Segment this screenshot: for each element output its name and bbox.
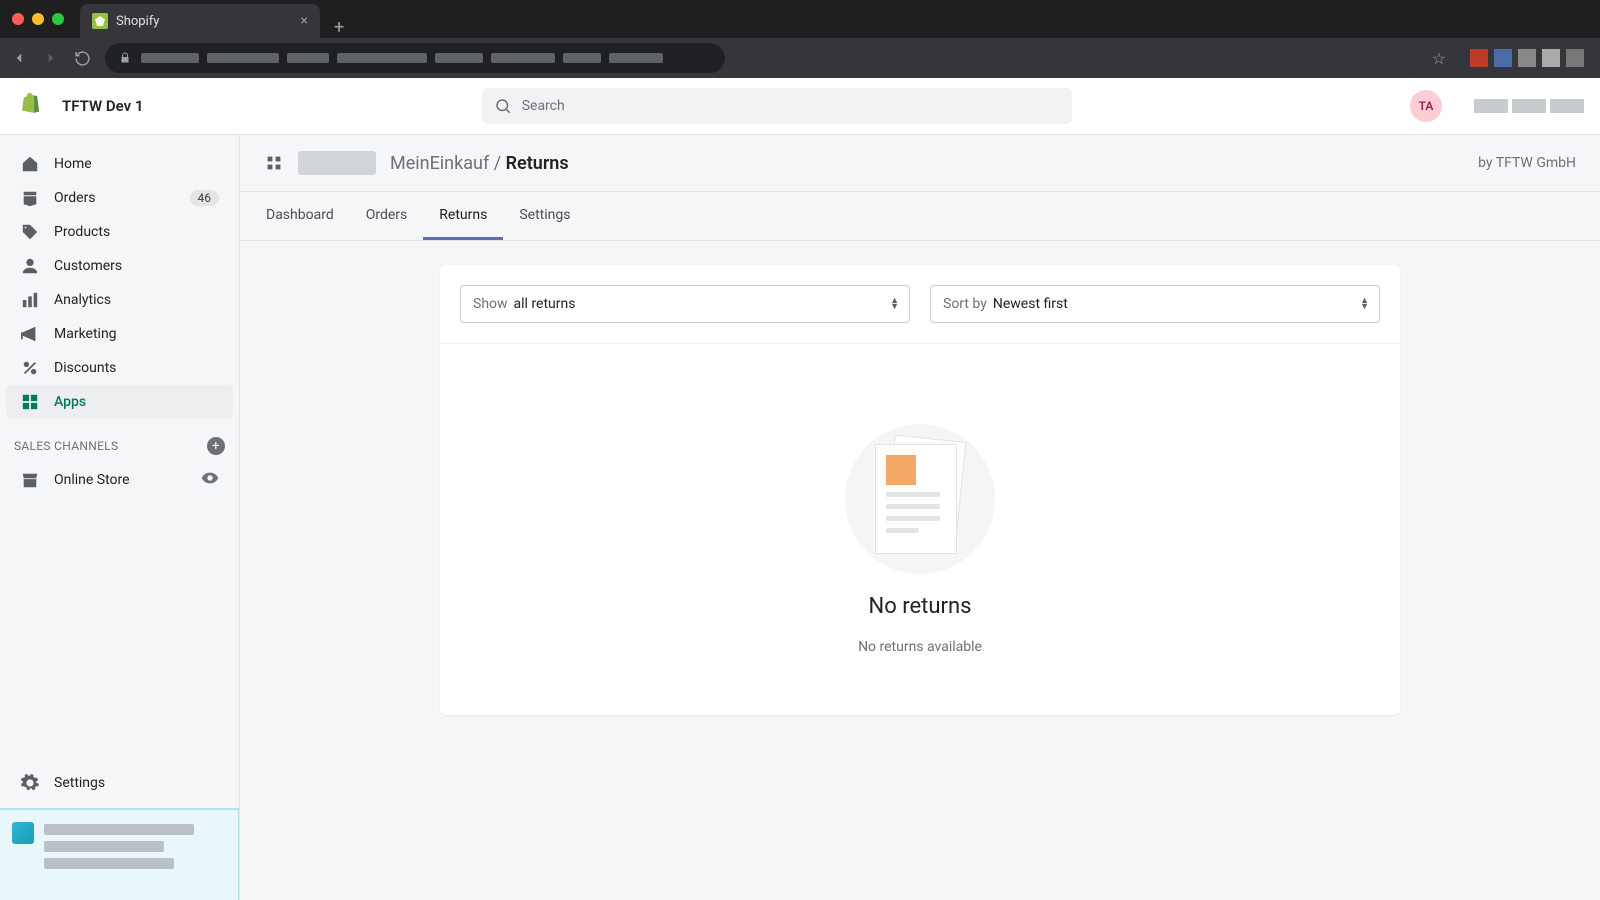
extension-icons [1470,49,1584,67]
sidebar-item-label: Settings [54,775,219,791]
empty-state: No returns No returns available [440,343,1400,715]
discounts-icon [20,358,40,378]
sidebar-item-home[interactable]: Home [6,147,233,181]
app-topbar: TFTW Dev 1 Search TA [0,78,1600,135]
browser-tab[interactable]: Shopify × [80,4,320,38]
sidebar-item-label: Online Store [54,472,187,488]
search-icon [494,97,512,115]
app-byline: by TFTW GmbH [1478,155,1576,171]
apps-breadcrumb-icon[interactable] [264,153,284,173]
promo-icon [12,822,34,844]
apps-icon [20,392,40,412]
sort-by-select[interactable]: Sort by Newest first ▲▼ [930,285,1380,323]
select-prefix: Sort by [943,296,987,312]
shopify-favicon-icon [92,13,108,29]
store-name[interactable]: TFTW Dev 1 [62,97,143,115]
select-value: Newest first [993,296,1068,312]
sidebar-item-customers[interactable]: Customers [6,249,233,283]
filter-show-select[interactable]: Show all returns ▲▼ [460,285,910,323]
search-input[interactable]: Search [482,88,1072,124]
sidebar-item-products[interactable]: Products [6,215,233,249]
sidebar-item-settings[interactable]: Settings [6,766,233,800]
url-obscured [141,53,663,63]
empty-document-icon [845,424,995,574]
sidebar-item-label: Orders [54,190,176,206]
browser-chrome: Shopify × + ☆ [0,0,1600,78]
returns-card: Show all returns ▲▼ Sort by Newest first… [440,265,1400,715]
user-avatar[interactable]: TA [1410,90,1442,122]
app-tabs: Dashboard Orders Returns Settings [240,191,1600,241]
tab-settings[interactable]: Settings [503,192,586,240]
sidebar-item-online-store[interactable]: Online Store [6,463,233,497]
tab-dashboard[interactable]: Dashboard [250,192,350,240]
sidebar-item-analytics[interactable]: Analytics [6,283,233,317]
chevron-updown-icon: ▲▼ [1360,298,1369,310]
gear-icon [20,773,40,793]
marketing-icon [20,324,40,344]
tab-title: Shopify [116,14,293,29]
sidebar-item-label: Analytics [54,292,219,308]
home-icon [20,154,40,174]
shopify-logo-icon[interactable] [16,92,42,120]
bookmark-star-icon[interactable]: ☆ [1432,49,1446,68]
select-prefix: Show [473,296,508,312]
breadcrumb: MeinEinkauf / Returns [390,153,569,174]
orders-badge: 46 [190,190,220,206]
reload-icon[interactable] [74,50,91,67]
sidebar-item-marketing[interactable]: Marketing [6,317,233,351]
orders-icon [20,188,40,208]
search-placeholder: Search [522,98,565,114]
breadcrumb-obscured [298,151,376,175]
sidebar-item-label: Products [54,224,219,240]
sidebar-item-label: Marketing [54,326,219,342]
new-tab-button[interactable]: + [320,17,358,38]
products-icon [20,222,40,242]
sidebar: Home Orders 46 Products Customers Analyt… [0,135,240,900]
sidebar-item-discounts[interactable]: Discounts [6,351,233,385]
tab-returns[interactable]: Returns [423,192,503,240]
promo-text-obscured [44,824,194,888]
breadcrumb-sep: / [494,153,501,174]
view-store-icon[interactable] [201,469,219,491]
empty-subtitle: No returns available [858,639,982,655]
tab-close-icon[interactable]: × [301,13,308,29]
store-icon [20,470,40,490]
sidebar-item-label: Customers [54,258,219,274]
sidebar-item-label: Home [54,156,219,172]
sidebar-item-label: Apps [54,394,219,410]
sidebar-item-orders[interactable]: Orders 46 [6,181,233,215]
analytics-icon [20,290,40,310]
sales-channels-header: SALES CHANNELS [14,439,118,453]
select-value: all returns [514,296,576,312]
customers-icon [20,256,40,276]
lock-icon [119,52,131,64]
add-channel-button[interactable]: + [207,437,225,455]
back-icon[interactable] [10,49,28,67]
sidebar-promo-card[interactable] [0,808,239,900]
page-header: MeinEinkauf / Returns by TFTW GmbH [240,135,1600,191]
chevron-updown-icon: ▲▼ [890,298,899,310]
empty-title: No returns [869,594,972,619]
sidebar-item-label: Discounts [54,360,219,376]
forward-icon [42,49,60,67]
address-bar[interactable] [105,43,725,73]
sidebar-item-apps[interactable]: Apps [6,385,233,419]
breadcrumb-app[interactable]: MeinEinkauf [390,153,489,174]
user-name-obscured [1474,99,1584,113]
tab-orders[interactable]: Orders [350,192,424,240]
breadcrumb-current: Returns [506,153,569,174]
